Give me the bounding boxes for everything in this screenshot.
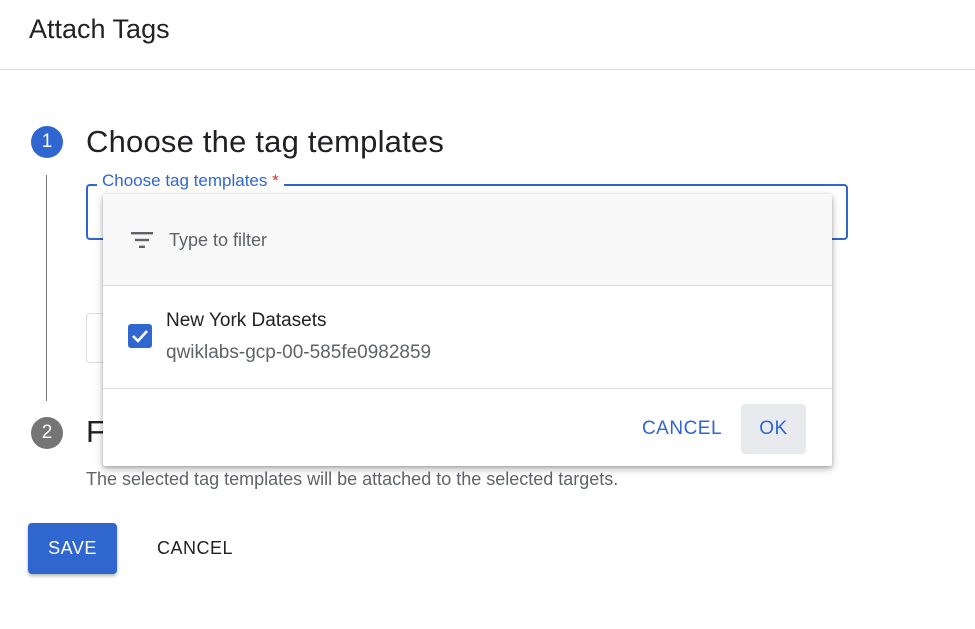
required-asterisk: * — [272, 171, 279, 190]
filter-list-icon — [131, 231, 153, 249]
list-item[interactable] — [103, 287, 832, 389]
filter-row — [103, 194, 832, 286]
option-checkbox[interactable] — [128, 324, 152, 348]
step-connector-line — [46, 175, 47, 401]
step-description: The selected tag templates will be attac… — [86, 469, 619, 489]
tag-templates-dropdown-panel: New York Datasets qwiklabs-gcp-00-585fe0… — [103, 194, 832, 466]
page-header: Attach Tags — [0, 0, 975, 70]
page-title: Attach Tags — [29, 14, 170, 44]
save-button[interactable]: SAVE — [28, 523, 117, 574]
dropdown-cancel-button[interactable]: CANCEL — [630, 404, 734, 454]
dropdown-ok-button[interactable]: OK — [741, 404, 806, 454]
tag-templates-label-text: Choose tag templates — [102, 171, 268, 190]
step-1-indicator: 1 — [31, 126, 63, 158]
cancel-button[interactable]: CANCEL — [140, 523, 250, 574]
checkmark-icon — [132, 330, 148, 343]
option-project-id: qwiklabs-gcp-00-585fe0982859 — [166, 342, 432, 363]
option-name: New York Datasets — [166, 310, 327, 331]
step-1-title: Choose the tag templates — [86, 124, 445, 159]
tag-templates-label: Choose tag templates * — [97, 171, 284, 191]
step-2-indicator: 2 — [31, 417, 63, 449]
filter-input[interactable] — [169, 227, 769, 253]
